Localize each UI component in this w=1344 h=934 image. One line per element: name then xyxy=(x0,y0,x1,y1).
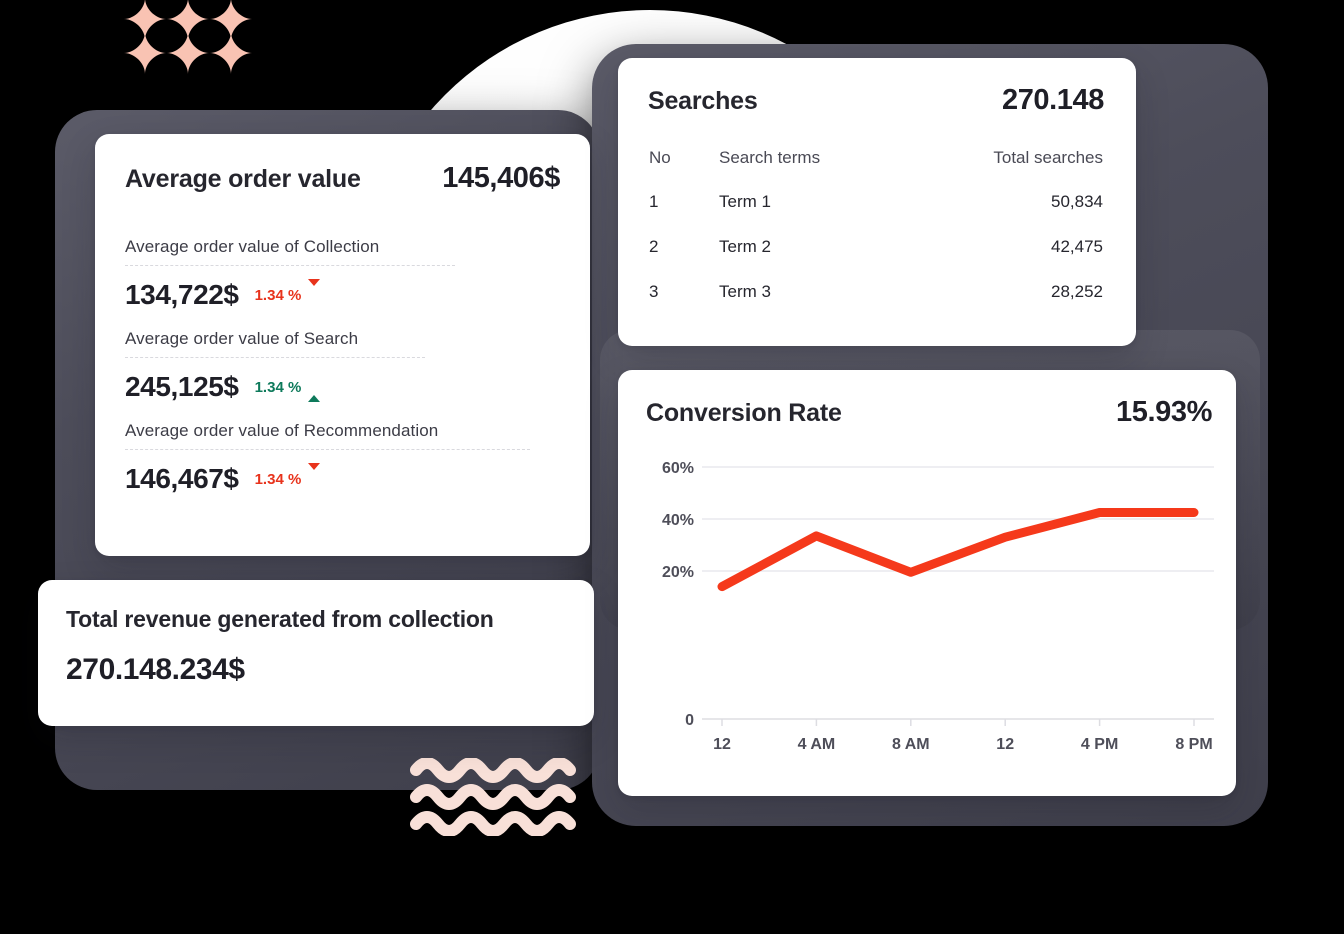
cell-total: 42,475 xyxy=(1051,237,1103,256)
cell-no: 1 xyxy=(649,192,659,211)
table-row[interactable]: 3 Term 3 28,252 xyxy=(648,281,1104,326)
y-axis-tick-label: 0 xyxy=(685,712,694,729)
metric-delta-badge: 1.34 % xyxy=(254,279,321,304)
y-axis-tick-label: 40% xyxy=(662,512,694,529)
chart-axis-tickmarks xyxy=(721,719,1195,726)
dashboard-illustration: Average order value 145,406$ Average ord… xyxy=(0,0,1344,934)
card-header: Conversion Rate 15.93% xyxy=(646,396,1212,429)
cell-no: 2 xyxy=(649,237,659,256)
metric-collection: Average order value of Collection 134,72… xyxy=(125,237,560,311)
searches-total: 270.148 xyxy=(1001,84,1104,116)
metric-search: Average order value of Search 245,125$ 1… xyxy=(125,329,560,403)
x-axis-tick-label: 12 xyxy=(996,736,1014,753)
cell-no: 3 xyxy=(649,282,659,301)
column-header-total-searches: Total searches xyxy=(993,148,1103,167)
chart-y-axis-labels: 60% 40% 20% 0 xyxy=(662,460,694,729)
divider xyxy=(125,357,425,358)
metric-label: Average order value of Collection xyxy=(125,237,380,256)
x-axis-tick-label: 8 AM xyxy=(892,736,930,753)
y-axis-tick-label: 60% xyxy=(662,460,694,477)
wavy-lines-icon xyxy=(410,758,582,836)
table-row[interactable]: 1 Term 1 50,834 xyxy=(648,191,1104,236)
card-header: Average order value 145,406$ xyxy=(125,162,560,195)
metric-value: 146,467$ xyxy=(125,463,239,494)
cell-term: Term 2 xyxy=(719,237,771,256)
x-axis-tick-label: 8 PM xyxy=(1175,736,1212,753)
four-point-star-grid-icon xyxy=(124,0,252,74)
cell-term: Term 1 xyxy=(719,192,771,211)
conversion-rate-title: Conversion Rate xyxy=(646,399,842,427)
card-header: Searches 270.148 xyxy=(648,84,1104,117)
average-order-value-card: Average order value 145,406$ Average ord… xyxy=(95,134,590,556)
metric-delta-value: 1.34 % xyxy=(254,286,302,304)
x-axis-tick-label: 4 PM xyxy=(1081,736,1118,753)
total-revenue-value: 270.148.234$ xyxy=(66,653,245,686)
searches-table: No Search terms Total searches 1 Term 1 … xyxy=(648,147,1104,326)
metric-delta-badge: 1.34 % xyxy=(254,378,321,402)
metric-label: Average order value of Search xyxy=(125,329,359,348)
metric-row: 245,125$ 1.34 % xyxy=(125,371,560,403)
conversion-rate-card: Conversion Rate 15.93% 60% 40% 20% 0 12 4 AM… xyxy=(618,370,1236,796)
conversion-rate-value: 15.93% xyxy=(1116,396,1212,428)
column-header-no: No xyxy=(649,148,671,167)
metric-delta-badge: 1.34 % xyxy=(254,463,321,488)
metric-value: 245,125$ xyxy=(125,371,239,402)
chart-x-axis-labels: 12 4 AM 8 AM 12 4 PM 8 PM xyxy=(713,736,1213,753)
metric-value: 134,722$ xyxy=(125,279,239,310)
chart-line-series xyxy=(717,508,1199,592)
metric-delta-value: 1.34 % xyxy=(254,378,302,396)
metric-label: Average order value of Recommendation xyxy=(125,421,439,440)
searches-title: Searches xyxy=(648,87,758,115)
divider xyxy=(125,449,530,450)
y-axis-tick-label: 20% xyxy=(662,564,694,581)
total-revenue-title: Total revenue generated from collection xyxy=(66,606,494,632)
metric-recommendation: Average order value of Recommendation 14… xyxy=(125,421,560,495)
metric-delta-value: 1.34 % xyxy=(254,470,302,488)
conversion-rate-chart: 60% 40% 20% 0 12 4 AM 8 AM 12 4 PM 8 PM xyxy=(646,443,1218,773)
cell-total: 50,834 xyxy=(1051,192,1103,211)
cell-total: 28,252 xyxy=(1051,282,1103,301)
divider xyxy=(125,265,455,266)
table-header-row: No Search terms Total searches xyxy=(648,147,1104,191)
metric-row: 146,467$ 1.34 % xyxy=(125,463,560,495)
cell-term: Term 3 xyxy=(719,282,771,301)
searches-card: Searches 270.148 No Search terms Total s… xyxy=(618,58,1136,346)
metric-row: 134,722$ 1.34 % xyxy=(125,279,560,311)
x-axis-tick-label: 4 AM xyxy=(798,736,836,753)
average-order-value-total: 145,406$ xyxy=(442,162,560,194)
table-row[interactable]: 2 Term 2 42,475 xyxy=(648,236,1104,281)
total-revenue-card: Total revenue generated from collection … xyxy=(38,580,594,726)
column-header-search-terms: Search terms xyxy=(719,148,821,167)
x-axis-tick-label: 12 xyxy=(713,736,731,753)
page-title: Average order value xyxy=(125,165,361,193)
chart-gridlines xyxy=(702,466,1214,720)
